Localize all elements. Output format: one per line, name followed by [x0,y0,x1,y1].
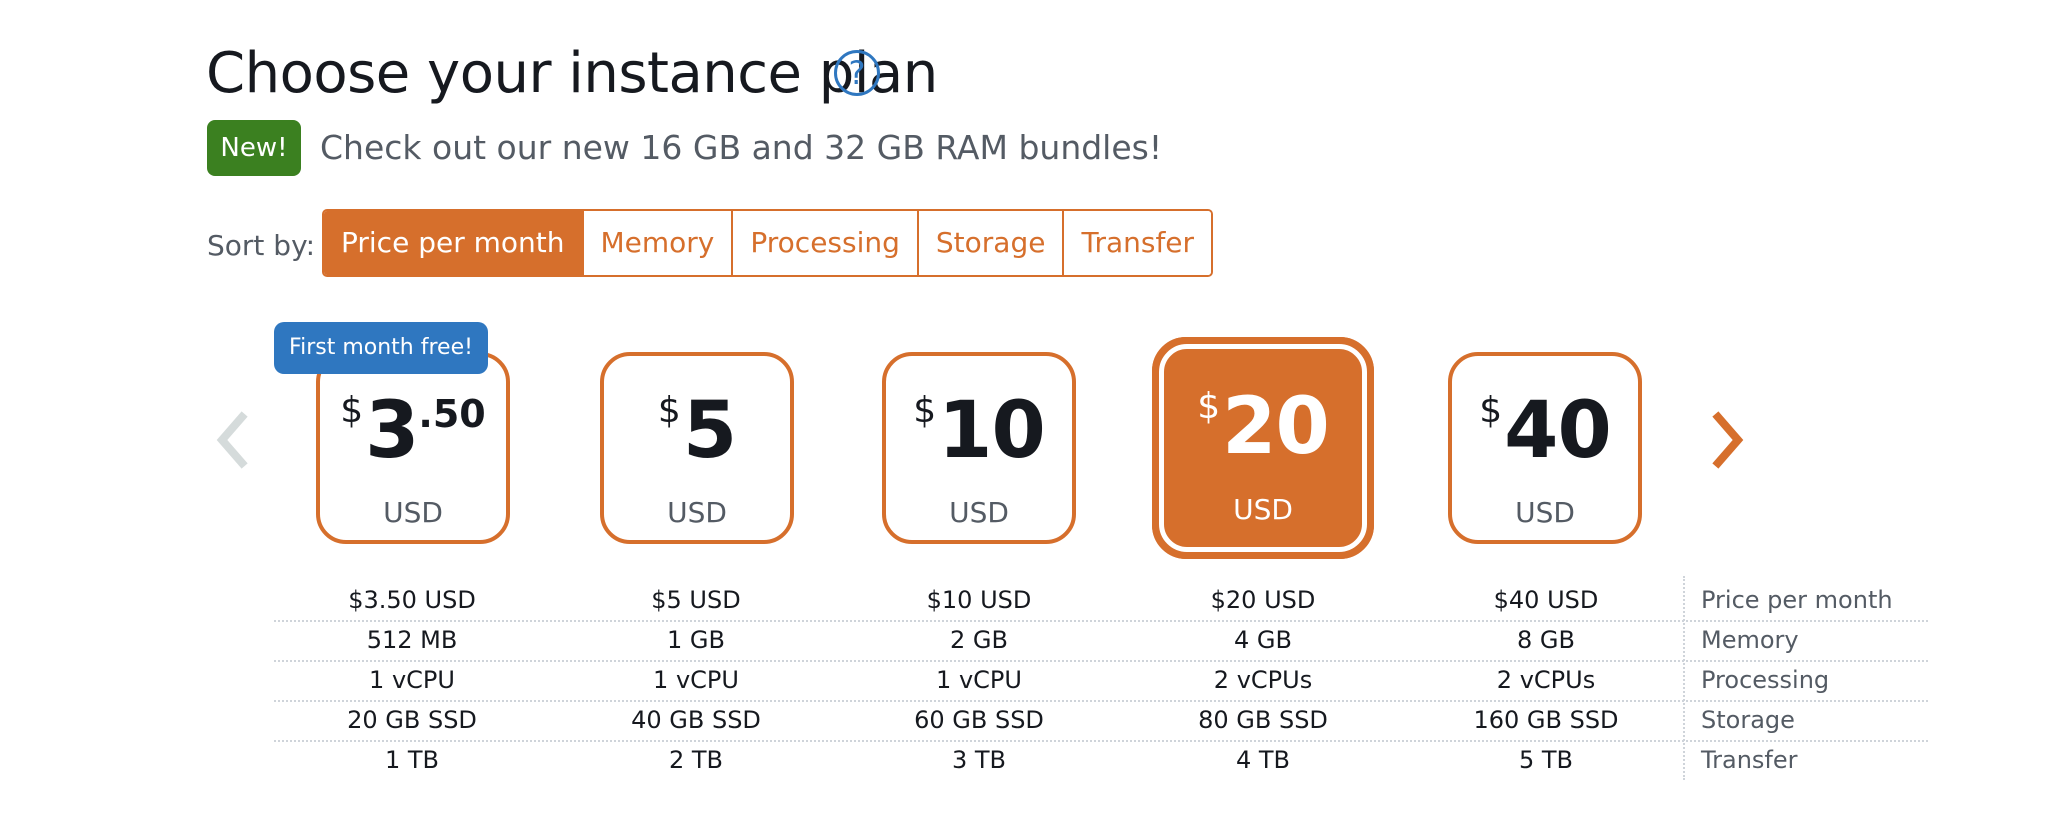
spec-cell: 60 GB SSD [914,706,1044,734]
spec-cell: 80 GB SSD [1198,706,1328,734]
spec-cell: 512 MB [366,626,458,654]
spec-row-label: Storage [1701,706,1795,734]
spec-cell: $5 USD [651,586,741,614]
spec-cell: 4 TB [1235,746,1291,774]
chevron-left-icon[interactable] [206,405,258,475]
sort-option-storage[interactable]: Storage [916,211,1063,275]
sort-option-processing[interactable]: Processing [731,211,917,275]
spec-cell: 4 GB [1234,626,1292,654]
plan-card-5[interactable]: $5 USD [600,352,794,544]
spec-cell: $40 USD [1493,586,1599,614]
spec-cell: 40 GB SSD [631,706,761,734]
new-badge: New! [207,120,301,176]
plan-price: $20 [1197,382,1329,472]
spec-cell: 2 vCPUs [1213,666,1313,694]
spec-cell: 5 TB [1518,746,1574,774]
spec-cell: 1 vCPU [653,666,739,694]
plan-price: $10 [913,386,1045,476]
spec-cell: 1 vCPU [369,666,455,694]
plan-currency: USD [383,496,443,529]
spec-cell: 2 TB [668,746,724,774]
plan-currency: USD [1233,493,1293,526]
spec-row-label: Price per month [1701,586,1893,614]
sort-option-price[interactable]: Price per month [324,211,582,275]
plan-card-10[interactable]: $10 USD [882,352,1076,544]
question-circle-icon[interactable]: ? [834,50,880,96]
sort-option-memory[interactable]: Memory [581,211,732,275]
sort-label: Sort by: [207,229,316,262]
spec-storage-row: 20 GB SSD 40 GB SSD 60 GB SSD 80 GB SSD 160 … [274,700,1928,742]
spec-cell: 3 TB [951,746,1007,774]
spec-cell: 160 GB SSD [1473,706,1619,734]
sort-option-transfer[interactable]: Transfer [1062,211,1212,275]
spec-row-label: Transfer [1701,746,1798,774]
spec-cell: $20 USD [1210,586,1316,614]
plan-price: $5 [657,386,737,476]
spec-cell: 1 TB [384,746,440,774]
plan-price: $40 [1479,386,1611,476]
page-title: Choose your instance plan [206,41,938,106]
spec-cell: 8 GB [1517,626,1575,654]
plan-price: $3.50 [340,386,486,476]
spec-cell: 1 GB [667,626,725,654]
plan-card-20-selected[interactable]: $20 USD [1152,337,1374,559]
specs-divider [1683,576,1685,780]
spec-transfer-row: 1 TB 2 TB 3 TB 4 TB 5 TB Transfer [274,740,1928,780]
first-month-free-ribbon: First month free! [274,322,488,374]
plan-currency: USD [1515,496,1575,529]
sort-segmented-control: Price per month Memory Processing Storag… [322,209,1214,277]
plan-currency: USD [949,496,1009,529]
spec-row-label: Memory [1701,626,1799,654]
plan-card-40[interactable]: $40 USD [1448,352,1642,544]
promo-text: Check out our new 16 GB and 32 GB RAM bu… [320,128,1163,167]
spec-cell: 2 GB [950,626,1008,654]
spec-cell: $10 USD [926,586,1032,614]
spec-cell: 1 vCPU [936,666,1022,694]
plan-currency: USD [667,496,727,529]
spec-cell: $3.50 USD [348,586,476,614]
chevron-right-icon[interactable] [1702,405,1754,475]
spec-cell: 20 GB SSD [347,706,477,734]
spec-cell: 2 vCPUs [1496,666,1596,694]
spec-processing-row: 1 vCPU 1 vCPU 1 vCPU 2 vCPUs 2 vCPUs Processi… [274,660,1928,702]
plan-card-3-50[interactable]: $3.50 USD [316,352,510,544]
spec-row-label: Processing [1701,666,1830,694]
spec-price-row: $3.50 USD $5 USD $10 USD $20 USD $40 USD Pric… [274,580,1928,622]
spec-memory-row: 512 MB 1 GB 2 GB 4 GB 8 GB Memory [274,620,1928,662]
